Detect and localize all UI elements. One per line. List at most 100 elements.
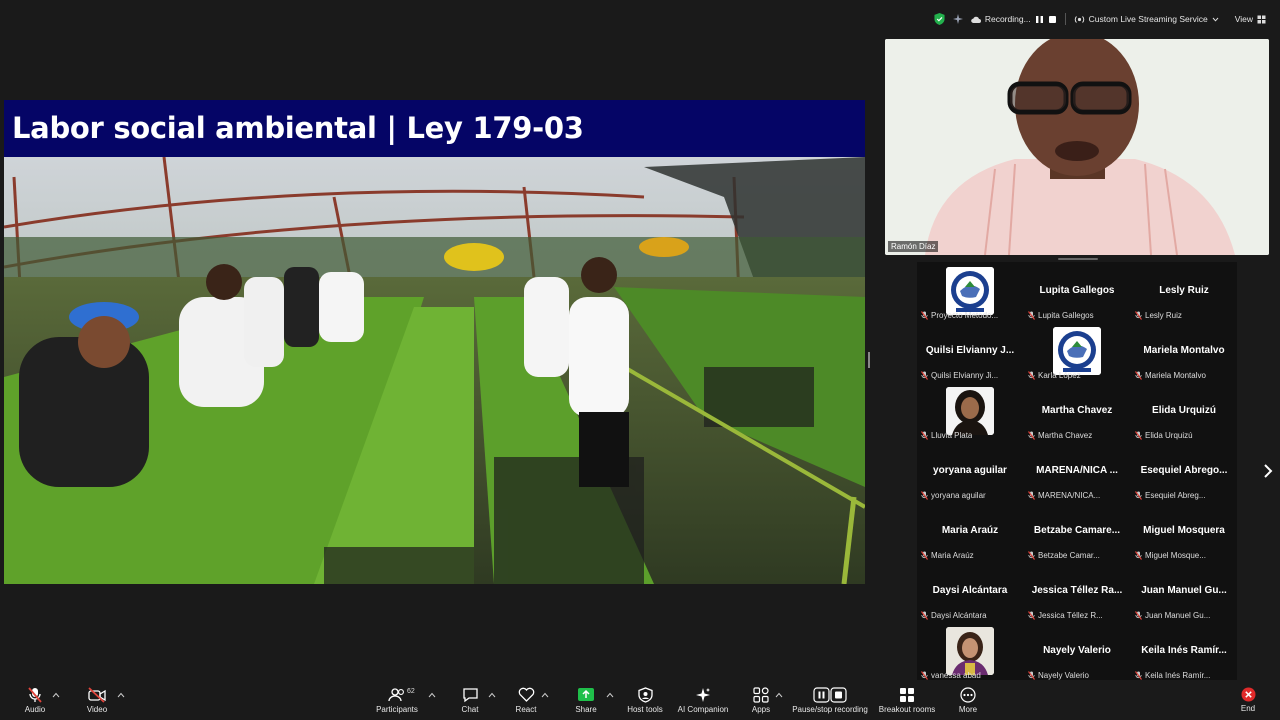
active-speaker-video[interactable]: Ramón Díaz bbox=[885, 39, 1269, 255]
participant-tile[interactable]: Lluvia Plata bbox=[917, 382, 1023, 442]
participant-display-name: Betzabe Camare... bbox=[1033, 525, 1121, 536]
share-options-caret-icon[interactable] bbox=[606, 692, 614, 698]
participant-tile[interactable]: Martha Chavez Martha Chavez bbox=[1024, 382, 1130, 442]
ai-sparkle-icon[interactable] bbox=[952, 14, 963, 24]
participant-tile[interactable]: vanessa abad bbox=[917, 622, 1023, 682]
participant-tile[interactable]: Betzabe Camare... Betzabe Camar... bbox=[1024, 502, 1130, 562]
gallery-resize-handle[interactable] bbox=[1058, 258, 1098, 260]
participant-tile[interactable]: Elida Urquizú Elida Urquizú bbox=[1131, 382, 1237, 442]
view-button[interactable]: View bbox=[1235, 14, 1266, 24]
microphone-muted-icon bbox=[1028, 611, 1035, 620]
participant-name-label: Elida Urquizú bbox=[1135, 431, 1193, 440]
video-options-caret-icon[interactable] bbox=[117, 692, 125, 698]
apps-label: Apps bbox=[751, 705, 771, 714]
react-label: React bbox=[515, 705, 537, 714]
microphone-muted-icon bbox=[1135, 431, 1142, 440]
host-tools-button[interactable]: Host tools bbox=[626, 682, 664, 720]
participant-label-text: yoryana aguilar bbox=[931, 491, 986, 500]
more-dots-icon bbox=[960, 687, 976, 703]
streaming-text: Custom Live Streaming Service bbox=[1088, 14, 1208, 24]
ai-companion-button[interactable]: AI Companion bbox=[677, 682, 729, 720]
microphone-muted-icon bbox=[921, 431, 928, 440]
slide-title-bar: Labor social ambiental | Ley 179-03 bbox=[4, 100, 865, 157]
chat-button[interactable]: Chat bbox=[457, 682, 483, 720]
recording-indicator[interactable]: Recording... bbox=[971, 14, 1057, 24]
participant-tile[interactable]: Daysi Alcántara Daysi Alcántara bbox=[917, 562, 1023, 622]
participant-display-name: MARENA/NICA ... bbox=[1036, 465, 1118, 476]
share-label: Share bbox=[575, 705, 597, 714]
participant-tile[interactable]: Proyecto Metodo... bbox=[917, 262, 1023, 322]
chat-label: Chat bbox=[461, 705, 479, 714]
participant-display-name: Elida Urquizú bbox=[1152, 405, 1216, 416]
stop-recording-icon[interactable] bbox=[1048, 15, 1057, 24]
participant-tile[interactable]: yoryana aguilar yoryana aguilar bbox=[917, 442, 1023, 502]
microphone-muted-icon bbox=[1135, 551, 1142, 560]
participant-name-label: Miguel Mosque... bbox=[1135, 551, 1206, 560]
more-label: More bbox=[958, 705, 978, 714]
participant-tile[interactable]: Lupita Gallegos Lupita Gallegos bbox=[1024, 262, 1130, 322]
participant-tile[interactable]: MARENA/NICA ... MARENA/NICA... bbox=[1024, 442, 1130, 502]
video-button[interactable]: Video bbox=[84, 682, 110, 720]
participant-name-label: yoryana aguilar bbox=[921, 491, 986, 500]
end-meeting-button[interactable]: End bbox=[1235, 682, 1261, 720]
microphone-muted-icon bbox=[921, 371, 928, 380]
more-button[interactable]: More bbox=[955, 682, 981, 720]
apps-options-caret-icon[interactable] bbox=[775, 692, 783, 698]
participant-name-label: Lluvia Plata bbox=[921, 431, 972, 440]
participant-tile[interactable]: Keila Inés Ramír... Keila Inés Ramír... bbox=[1131, 622, 1237, 682]
encryption-shield-icon[interactable] bbox=[934, 13, 945, 25]
participant-tile[interactable]: Lesly Ruiz Lesly Ruiz bbox=[1131, 262, 1237, 322]
live-streaming-status[interactable]: Custom Live Streaming Service bbox=[1074, 14, 1219, 24]
audio-options-caret-icon[interactable] bbox=[52, 692, 60, 698]
participant-tile[interactable]: Maria Araúz Maria Araúz bbox=[917, 502, 1023, 562]
host-tools-label: Host tools bbox=[627, 705, 663, 714]
react-button[interactable]: React bbox=[513, 682, 539, 720]
audio-button[interactable]: Audio bbox=[22, 682, 48, 720]
participant-tile[interactable]: Jessica Téllez Ra... Jessica Téllez R... bbox=[1024, 562, 1130, 622]
microphone-muted-icon bbox=[1135, 311, 1142, 320]
microphone-muted-icon bbox=[1135, 671, 1142, 680]
chat-options-caret-icon[interactable] bbox=[488, 692, 496, 698]
microphone-muted-icon bbox=[1135, 371, 1142, 380]
participant-display-name: Daysi Alcántara bbox=[932, 585, 1008, 596]
breakout-rooms-button[interactable]: Breakout rooms bbox=[878, 682, 936, 720]
participant-name-label: Nayely Valerio bbox=[1028, 671, 1089, 680]
participant-tile[interactable]: Juan Manuel Gu... Juan Manuel Gu... bbox=[1131, 562, 1237, 622]
pause-stop-recording-icon bbox=[813, 687, 847, 703]
view-label: View bbox=[1234, 14, 1253, 24]
heart-icon bbox=[518, 687, 534, 702]
participant-count: 62 bbox=[407, 688, 415, 695]
microphone-muted-icon bbox=[1028, 371, 1035, 380]
participants-label: Participants bbox=[376, 705, 418, 714]
participant-name-label: MARENA/NICA... bbox=[1028, 491, 1100, 500]
speaker-video-image bbox=[885, 39, 1269, 255]
participant-tile[interactable]: Esequiel Abrego... Esequiel Abreg... bbox=[1131, 442, 1237, 502]
participant-tile[interactable]: Nayely Valerio Nayely Valerio bbox=[1024, 622, 1130, 682]
pause-stop-recording-button[interactable]: Pause/stop recording bbox=[792, 682, 868, 720]
participant-name-label: Betzabe Camar... bbox=[1028, 551, 1100, 560]
panel-resize-handle[interactable] bbox=[868, 352, 870, 368]
participant-display-name: Miguel Mosquera bbox=[1143, 525, 1225, 536]
next-page-arrow-icon[interactable] bbox=[1262, 462, 1274, 480]
participant-label-text: Jessica Téllez R... bbox=[1038, 611, 1103, 620]
recording-text: Recording... bbox=[984, 14, 1031, 24]
shared-screen[interactable]: Labor social ambiental | Ley 179-03 bbox=[4, 100, 865, 584]
participant-display-name: Mariela Montalvo bbox=[1143, 345, 1225, 356]
participant-display-name: Jessica Téllez Ra... bbox=[1031, 585, 1123, 596]
participant-label-text: Karla López bbox=[1038, 371, 1081, 380]
share-button[interactable]: Share bbox=[573, 682, 599, 720]
participant-tile[interactable]: Karla López bbox=[1024, 322, 1130, 382]
participant-tile[interactable]: Mariela Montalvo Mariela Montalvo bbox=[1131, 322, 1237, 382]
participant-tile[interactable]: Quilsi Elvianny J... Quilsi Elvianny Ji..… bbox=[917, 322, 1023, 382]
meeting-toolbar: Audio Video Participants 62 Chat React S… bbox=[0, 682, 1280, 720]
react-options-caret-icon[interactable] bbox=[541, 692, 549, 698]
audio-label: Audio bbox=[24, 705, 46, 714]
participant-tile[interactable]: Miguel Mosquera Miguel Mosque... bbox=[1131, 502, 1237, 562]
end-label: End bbox=[1240, 704, 1256, 713]
pause-recording-icon[interactable] bbox=[1035, 15, 1044, 24]
participants-options-caret-icon[interactable] bbox=[428, 692, 436, 698]
pause-stop-recording-label: Pause/stop recording bbox=[792, 705, 868, 714]
microphone-muted-icon bbox=[1028, 491, 1035, 500]
apps-button[interactable]: Apps bbox=[748, 682, 774, 720]
participant-display-name: Nayely Valerio bbox=[1043, 645, 1111, 656]
